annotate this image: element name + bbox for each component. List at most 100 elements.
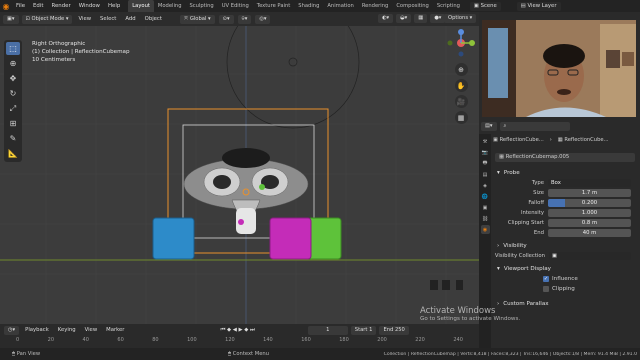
annotate-tool-icon[interactable]: ✎ <box>6 132 20 145</box>
probe-section-header[interactable]: ▾ Probe <box>493 168 640 178</box>
scene-selector[interactable]: ▣ Scene <box>469 1 501 11</box>
grid-view-icon[interactable]: ▦ <box>454 111 468 124</box>
probe-falloff-slider[interactable]: 0.200 <box>548 199 631 207</box>
probe-size-field[interactable]: 1.7 m <box>548 189 631 197</box>
menu-window[interactable]: Window <box>75 0 104 12</box>
visibility-collection-field[interactable]: ▣ <box>549 252 631 260</box>
play-icon[interactable]: ▶ <box>238 327 242 333</box>
move-tool-icon[interactable]: ✥ <box>6 72 20 85</box>
timeline-menu-playback[interactable]: Playback <box>22 327 52 333</box>
ruler-tick: 220 <box>415 337 425 343</box>
probe-data-tab-icon[interactable]: ◉ <box>480 225 490 234</box>
scene-tab-icon[interactable]: ◈ <box>481 181 490 190</box>
datablock-name-field[interactable]: ▦ ReflectionCubemap.005 <box>495 153 635 162</box>
viewport-display-section-header[interactable]: ▾ Viewport Display <box>493 264 640 274</box>
probe-size-row: Size 1.7 m <box>493 188 640 198</box>
view-layer-tab-icon[interactable]: ▤ <box>481 170 490 179</box>
jump-end-icon[interactable]: ⏭ <box>250 327 255 333</box>
visibility-section-header[interactable]: › Visibility <box>493 241 640 251</box>
green-cube[interactable] <box>307 217 342 260</box>
viewport-menu-add[interactable]: Add <box>122 16 138 22</box>
overlays-icon[interactable]: ◒▾ <box>396 14 412 23</box>
transform-tool-icon[interactable]: ⊞ <box>6 117 20 130</box>
output-tab-icon[interactable]: 🖶 <box>481 159 490 168</box>
properties-editor-type-icon[interactable]: ▤▾ <box>481 122 497 131</box>
viewport-menu-object[interactable]: Object <box>142 16 165 22</box>
probe-clip-end-label: End <box>533 230 544 236</box>
render-tab-icon[interactable]: 📷 <box>481 148 490 157</box>
timeline-ruler[interactable]: 0 20 40 60 80 100 120 140 160 180 200 22… <box>0 337 479 347</box>
workspace-tab-uv-editing[interactable]: UV Editing <box>218 0 253 12</box>
tool-tab-icon[interactable]: ⚒ <box>481 137 490 146</box>
snap-icon[interactable]: ⌾▾ <box>237 14 252 24</box>
workspace-tab-shading[interactable]: Shading <box>294 0 323 12</box>
viewport-shading-controls: ◐▾ ◒▾ ▦ ●▾ <box>378 14 446 23</box>
cursor-tool-icon[interactable]: ⊕ <box>6 57 20 70</box>
probe-clip-start-field[interactable]: 0.8 m <box>548 219 631 227</box>
constraints-tab-icon[interactable]: ⛓ <box>481 214 490 223</box>
menu-edit[interactable]: Edit <box>29 0 47 12</box>
end-frame-field[interactable]: End 250 <box>379 325 409 335</box>
probe-intensity-field[interactable]: 1.000 <box>548 209 631 217</box>
measure-tool-icon[interactable]: 📐 <box>6 147 20 160</box>
pivot-icon[interactable]: ⊙▾ <box>218 14 234 24</box>
menu-help[interactable]: Help <box>104 0 124 12</box>
blue-cube[interactable] <box>152 217 195 260</box>
current-frame-field[interactable]: 1 <box>307 325 348 335</box>
workspace-tab-modeling[interactable]: Modeling <box>154 0 186 12</box>
transform-orientation-selector[interactable]: ⤧ Global ▾ <box>180 14 215 24</box>
blender-logo-icon[interactable]: ◉ <box>0 0 12 12</box>
workspace-tab-compositing[interactable]: Compositing <box>392 0 433 12</box>
timeline-editor-type-icon[interactable]: ◷▾ <box>4 325 20 335</box>
viewport-menu-view[interactable]: View <box>75 16 94 22</box>
xray-icon[interactable]: ▦ <box>414 14 428 23</box>
background-object <box>442 280 450 290</box>
rotate-tool-icon[interactable]: ↻ <box>6 87 20 100</box>
axis-gizmo-icon[interactable] <box>446 28 476 58</box>
workspace-tab-sculpting[interactable]: Sculpting <box>186 0 218 12</box>
ruler-tick: 40 <box>82 337 89 343</box>
object-tab-icon[interactable]: ▣ <box>481 203 490 212</box>
zoom-icon[interactable]: ⊕ <box>454 63 468 76</box>
prev-keyframe-icon[interactable]: ◆ <box>227 327 231 333</box>
jump-start-icon[interactable]: ⏮ <box>220 327 225 333</box>
shading-mode-icon[interactable]: ●▾ <box>430 14 446 23</box>
breadcrumb-object[interactable]: ▣ ReflectionCube... <box>493 137 544 143</box>
editor-type-button[interactable]: ▣▾ <box>3 14 19 24</box>
scale-tool-icon[interactable]: ⤢ <box>6 102 20 115</box>
transform-orientation-label: Global <box>189 15 207 22</box>
breadcrumb-data[interactable]: ▦ ReflectionCube... <box>558 137 609 143</box>
properties-search-icon[interactable]: ⌕ <box>499 122 570 131</box>
start-frame-field[interactable]: Start 1 <box>350 325 377 335</box>
magenta-cube[interactable] <box>269 217 312 260</box>
menu-file[interactable]: File <box>12 0 29 12</box>
next-keyframe-icon[interactable]: ◆ <box>244 327 248 333</box>
view-layer-selector[interactable]: ▤ View Layer <box>516 1 561 11</box>
3d-viewport[interactable]: Right Orthographic (1) Collection | Refl… <box>0 12 479 324</box>
select-box-tool-icon[interactable]: ⬚ <box>6 42 20 55</box>
workspace-tab-animation[interactable]: Animation <box>323 0 357 12</box>
timeline-menu-marker[interactable]: Marker <box>103 327 127 333</box>
world-tab-icon[interactable]: 🌐 <box>481 192 490 201</box>
camera-view-icon[interactable]: 🎥 <box>454 95 468 108</box>
menu-render[interactable]: Render <box>47 0 74 12</box>
viewport-options-button[interactable]: Options ▾ <box>444 14 477 23</box>
pan-hand-icon[interactable]: ✋ <box>454 79 468 92</box>
timeline-menu-keying[interactable]: Keying <box>55 327 79 333</box>
influence-checkbox[interactable]: ✓ <box>543 276 549 282</box>
visibility-icon[interactable]: ◐▾ <box>378 14 394 23</box>
probe-clip-end-field[interactable]: 40 m <box>548 229 631 237</box>
workspace-tab-scripting[interactable]: Scripting <box>433 0 464 12</box>
play-reverse-icon[interactable]: ◀ <box>233 327 237 333</box>
status-bar: 🖱 Pan View 🖱 Context Menu Collection | R… <box>0 348 640 360</box>
workspace-tab-rendering[interactable]: Rendering <box>358 0 393 12</box>
timeline-menu-view[interactable]: View <box>82 327 101 333</box>
clipping-checkbox[interactable] <box>543 286 549 292</box>
mode-selector[interactable]: ⊡ Object Mode ▾ <box>21 14 73 24</box>
probe-type-dropdown[interactable]: Box <box>548 179 631 187</box>
ruler-tick: 240 <box>453 337 463 343</box>
workspace-tab-layout[interactable]: Layout <box>128 0 154 12</box>
viewport-menu-select[interactable]: Select <box>97 16 119 22</box>
proportional-edit-icon[interactable]: ◎▾ <box>255 14 271 24</box>
workspace-tab-texture-paint[interactable]: Texture Paint <box>253 0 294 12</box>
